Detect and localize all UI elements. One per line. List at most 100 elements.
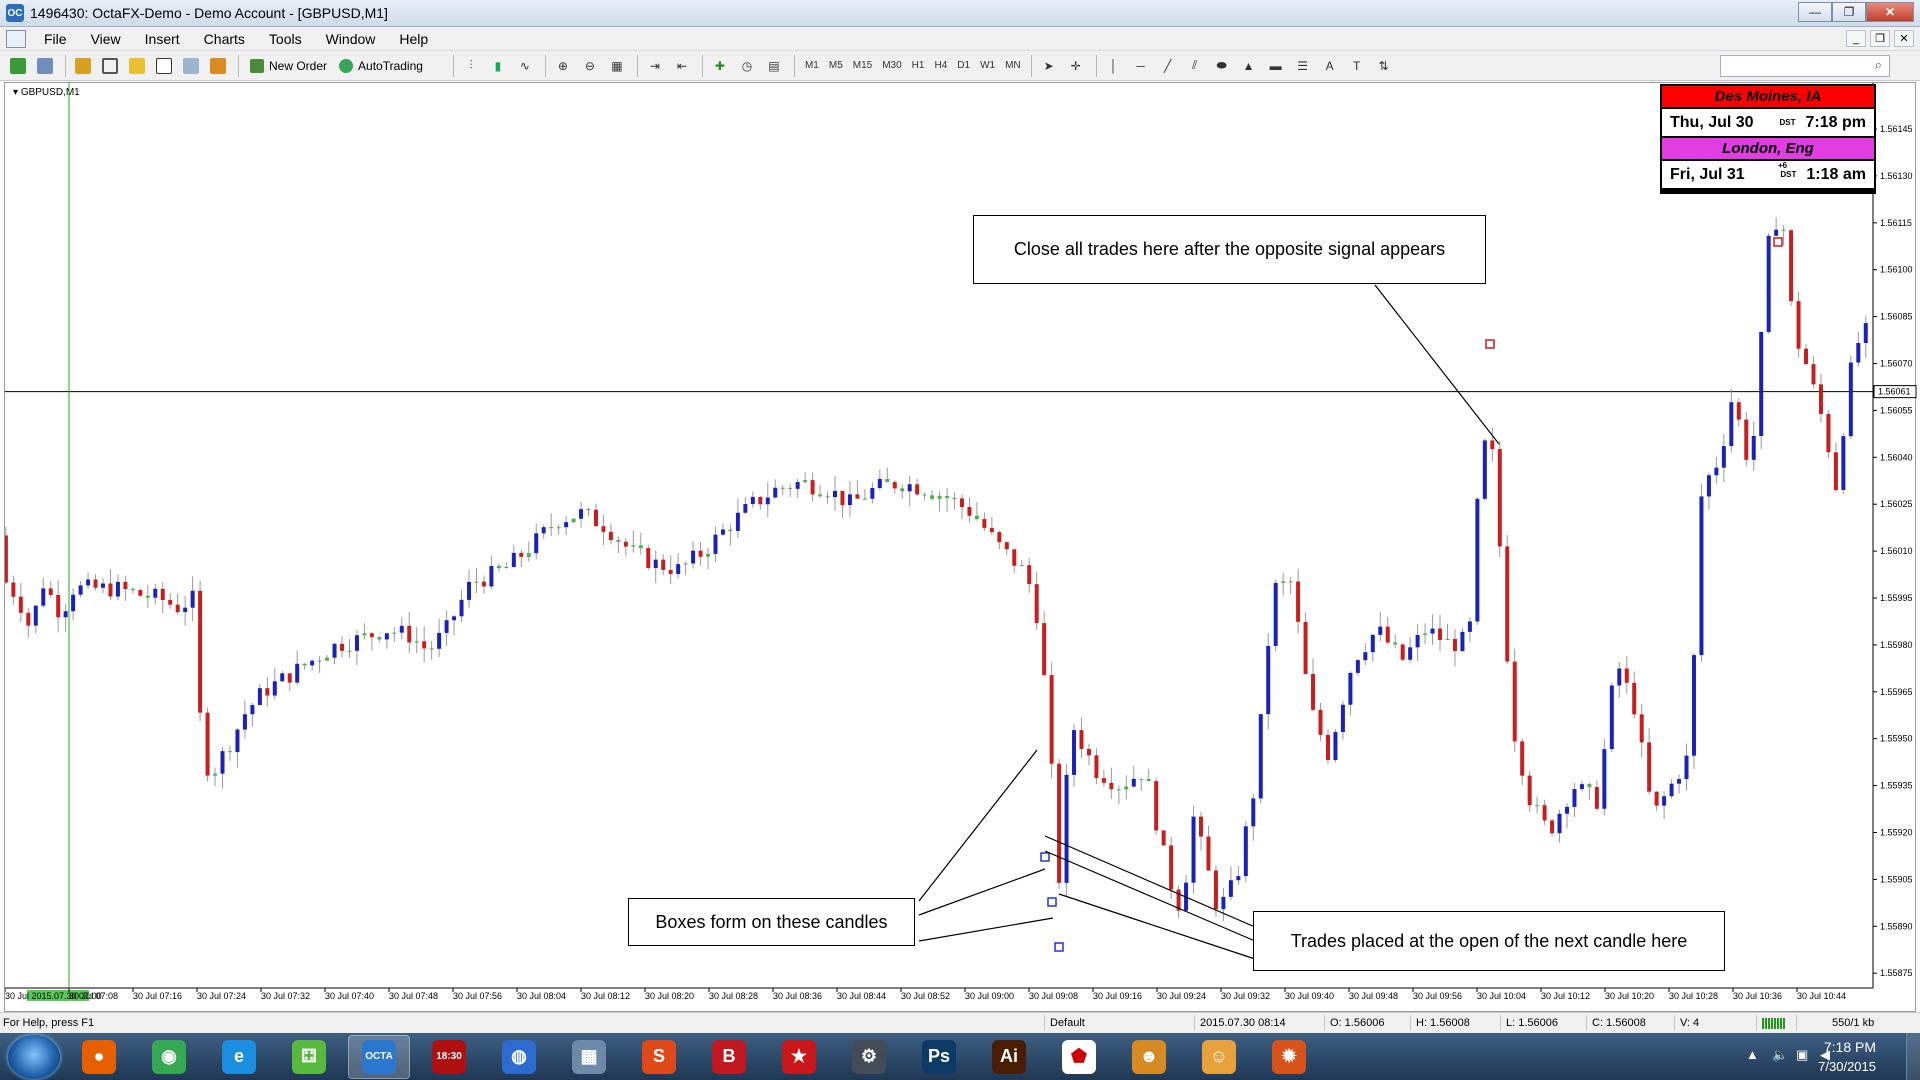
taskbar-app-poker[interactable]: ★	[768, 1035, 830, 1079]
bar-chart-button[interactable]: ⫶	[459, 54, 483, 78]
chart-minimize-button[interactable]: _	[1846, 30, 1866, 47]
menu-help[interactable]: Help	[387, 31, 440, 47]
candle-body	[354, 635, 359, 651]
tf-d1[interactable]: D1	[952, 60, 975, 71]
minimize-button[interactable]: —	[1798, 2, 1832, 22]
text-label-button[interactable]: T	[1345, 54, 1369, 78]
chart-window[interactable]: ▾ GBPUSD,M1 1.56145 1.56130 1.56115 1.56100…	[4, 82, 1917, 1013]
menu-tools[interactable]: Tools	[257, 31, 314, 47]
taskbar-app-chrome[interactable]: ◉	[138, 1035, 200, 1079]
taskbar-app-clock[interactable]: 18:30	[418, 1035, 480, 1079]
menu-view[interactable]: View	[79, 31, 133, 47]
taskbar-app-s-app[interactable]: S	[628, 1035, 690, 1079]
horizontal-line-button[interactable]: ─	[1129, 54, 1153, 78]
ellipse-button[interactable]: ⬬	[1210, 54, 1234, 78]
taskbar-app-mascot2[interactable]: ☺	[1188, 1035, 1250, 1079]
indicators-button[interactable]: ✚	[708, 54, 732, 78]
taskbar-app-calculator[interactable]: ▦	[558, 1035, 620, 1079]
zoom-out-button[interactable]: ⊖	[578, 54, 602, 78]
navigator-button[interactable]	[125, 54, 149, 78]
candle-body	[1109, 782, 1114, 790]
close-button[interactable]: ✕	[1866, 2, 1914, 22]
templates-button[interactable]: ▤	[762, 54, 786, 78]
tf-m30[interactable]: M30	[877, 60, 906, 71]
terminal-button[interactable]	[152, 54, 176, 78]
new-chart-icon	[10, 57, 26, 74]
show-desktop-button[interactable]	[1906, 1033, 1920, 1080]
new-chart-button[interactable]	[6, 54, 30, 78]
tf-m15[interactable]: M15	[848, 60, 877, 71]
taskbar-app-b-app[interactable]: B	[698, 1035, 760, 1079]
taskbar-app-earth[interactable]: ◍	[488, 1035, 550, 1079]
taskbar-app-dice[interactable]: ⚃	[278, 1035, 340, 1079]
zoom-in-button[interactable]: ⊕	[551, 54, 575, 78]
periods-button[interactable]: ◷	[735, 54, 759, 78]
chart-window-icon[interactable]	[6, 29, 26, 48]
title-bar: OC 1496430: OctaFX-Demo - Demo Account -…	[0, 0, 1920, 27]
tile-windows-button[interactable]: ▦	[605, 54, 629, 78]
taskbar-app-pdf[interactable]: ⬟	[1048, 1035, 1110, 1079]
search-icon[interactable]: ⌕	[1875, 57, 1882, 73]
menu-file[interactable]: File	[32, 31, 79, 47]
tf-m5[interactable]: M5	[824, 60, 848, 71]
taskbar-clock-date[interactable]: 7/30/2015	[1818, 1059, 1876, 1074]
candle-body	[743, 504, 748, 513]
menu-window[interactable]: Window	[314, 31, 388, 47]
tray-expand-icon[interactable]: ▲	[1746, 1047, 1762, 1063]
line-chart-button[interactable]: ∿	[513, 54, 537, 78]
taskbar-app-firefox[interactable]: ●	[68, 1035, 130, 1079]
candle-body	[190, 590, 195, 608]
candlestick-button[interactable]: ▮	[486, 54, 510, 78]
vertical-line-button[interactable]: │	[1102, 54, 1126, 78]
strategy-tester-button[interactable]	[179, 54, 203, 78]
tf-h4[interactable]: H4	[929, 60, 952, 71]
time-tick-label: 30 Jul 10:04	[1477, 991, 1526, 1001]
taskbar-app-steam[interactable]: ⚙	[838, 1035, 900, 1079]
maximize-button[interactable]: ❐	[1832, 2, 1866, 22]
candle-body	[847, 494, 852, 506]
market-watch-button[interactable]	[71, 54, 95, 78]
chart-close-button[interactable]: ✕	[1894, 30, 1914, 47]
start-button[interactable]	[8, 1034, 60, 1079]
channel-button[interactable]: ⫽	[1183, 54, 1207, 78]
tf-m1[interactable]: M1	[800, 60, 824, 71]
arrows-button[interactable]: ⇅	[1372, 54, 1396, 78]
speaker-icon[interactable]: 🔈	[1772, 1047, 1788, 1063]
candle-body	[5, 535, 8, 583]
candle-body	[818, 494, 823, 497]
taskbar-app-ie[interactable]: e	[208, 1035, 270, 1079]
new-order-button[interactable]: New Order	[244, 58, 333, 73]
autotrading-button[interactable]: AutoTrading	[333, 58, 429, 73]
taskbar-app-photoshop[interactable]: Ps	[908, 1035, 970, 1079]
menu-insert[interactable]: Insert	[133, 31, 192, 47]
autoscroll-button[interactable]: ⇥	[643, 54, 667, 78]
signal-box	[1040, 852, 1050, 862]
tf-mn[interactable]: MN	[1000, 60, 1026, 71]
candle-body	[1370, 634, 1375, 653]
candle-body	[56, 594, 61, 618]
candle-body	[459, 599, 464, 617]
taskbar-clock-time[interactable]: 7:18 PM	[1824, 1039, 1876, 1055]
trendline-button[interactable]: ╱	[1156, 54, 1180, 78]
rectangle-button[interactable]: ▬	[1264, 54, 1288, 78]
chart-restore-button[interactable]: ❐	[1870, 30, 1890, 47]
network-icon[interactable]: ▣	[1796, 1047, 1812, 1063]
tf-h1[interactable]: H1	[907, 60, 930, 71]
triangle-button[interactable]: ▲	[1237, 54, 1261, 78]
data-window-button[interactable]	[98, 54, 122, 78]
taskbar-app-mascot1[interactable]: ☻	[1118, 1035, 1180, 1079]
crosshair-button[interactable]: ✛	[1064, 54, 1088, 78]
profiles-button[interactable]	[33, 54, 57, 78]
cursor-button[interactable]: ➤	[1037, 54, 1061, 78]
taskbar-app-illustrator[interactable]: Ai	[978, 1035, 1040, 1079]
search-input[interactable]	[1720, 55, 1890, 77]
fibonacci-button[interactable]: ☰	[1291, 54, 1315, 78]
taskbar-app-fire[interactable]: ✹	[1258, 1035, 1320, 1079]
price-chart[interactable]: 1.56145 1.56130 1.56115 1.56100 1.56085 1.560…	[5, 83, 1917, 1013]
menu-charts[interactable]: Charts	[192, 31, 257, 47]
metaeditor-button[interactable]	[206, 54, 230, 78]
taskbar-app-octafx[interactable]: OCTA	[348, 1034, 410, 1079]
text-button[interactable]: A	[1318, 54, 1342, 78]
tf-w1[interactable]: W1	[975, 60, 1000, 71]
chart-shift-button[interactable]: ⇤	[670, 54, 694, 78]
